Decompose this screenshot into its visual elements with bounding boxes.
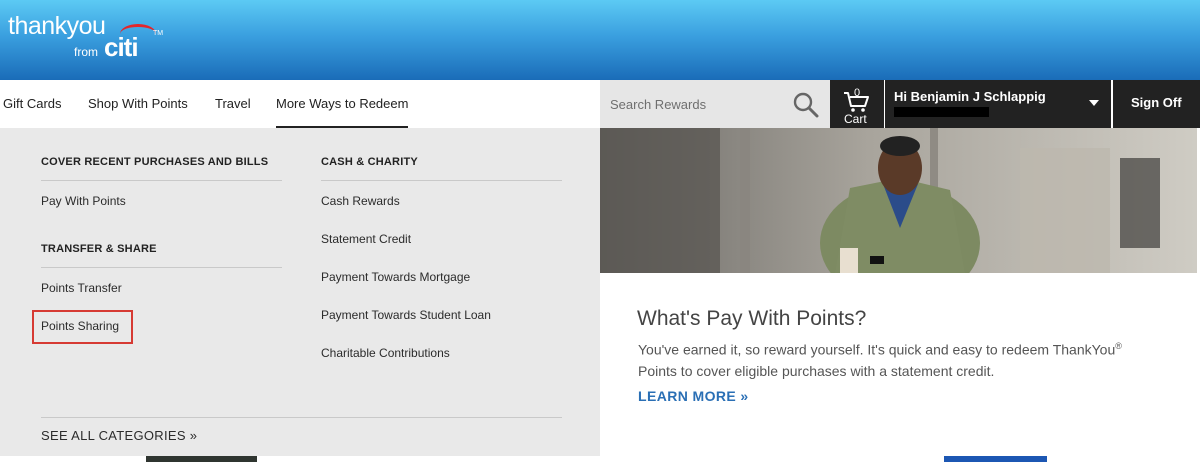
sign-off-button[interactable]: Sign Off: [1113, 80, 1200, 128]
chevron-down-icon[interactable]: [1088, 97, 1100, 109]
main-nav: Gift Cards Shop With Points Travel More …: [0, 80, 600, 128]
heading-cash-charity: CASH & CHARITY: [321, 156, 418, 168]
nav-item-shop-with-points[interactable]: Shop With Points: [88, 96, 188, 111]
more-ways-dropdown: COVER RECENT PURCHASES AND BILLS Pay Wit…: [0, 128, 600, 456]
bottom-image-strip: [944, 456, 1047, 462]
redacted-account-info: [894, 107, 989, 117]
cart-count: 0: [854, 87, 861, 99]
cart-label: Cart: [844, 112, 867, 126]
promo-text-part2: Points to cover eligible purchases with …: [638, 362, 995, 379]
divider: [321, 180, 562, 181]
menu-link-pay-with-points[interactable]: Pay With Points: [41, 194, 126, 208]
menu-link-statement-credit[interactable]: Statement Credit: [321, 232, 411, 246]
learn-more-link[interactable]: LEARN MORE »: [638, 388, 749, 404]
menu-link-charitable[interactable]: Charitable Contributions: [321, 346, 450, 360]
header-banner: thankyou from citi TM: [0, 0, 1200, 80]
hero-photo: [600, 128, 1197, 273]
user-greeting: Hi Benjamin J Schlappig: [894, 89, 1046, 104]
thankyou-citi-logo[interactable]: thankyou from citi TM: [8, 12, 163, 62]
menu-link-mortgage[interactable]: Payment Towards Mortgage: [321, 270, 470, 284]
bottom-image-strip: [146, 456, 257, 462]
menu-link-student-loan[interactable]: Payment Towards Student Loan: [321, 308, 491, 322]
citi-arc-icon: [120, 24, 156, 44]
nav-item-travel[interactable]: Travel: [215, 96, 251, 111]
menu-link-cash-rewards[interactable]: Cash Rewards: [321, 194, 400, 208]
search-bar: [600, 80, 830, 128]
divider: [41, 267, 282, 268]
heading-transfer-share: TRANSFER & SHARE: [41, 243, 157, 255]
nav-item-more-ways-to-redeem[interactable]: More Ways to Redeem: [276, 96, 409, 128]
cart-button[interactable]: 0 Cart: [830, 80, 884, 128]
search-icon[interactable]: [792, 92, 820, 118]
registered-mark: ®: [1115, 341, 1122, 351]
divider: [41, 417, 562, 418]
promo-title: What's Pay With Points?: [637, 307, 867, 330]
logo-thankyou-text: thankyou: [8, 12, 106, 40]
logo-tm-text: TM: [153, 30, 164, 37]
heading-cover-purchases: COVER RECENT PURCHASES AND BILLS: [41, 156, 269, 168]
search-input[interactable]: [600, 80, 780, 128]
promo-description: You've earned it, so reward yourself. It…: [638, 336, 1158, 382]
sign-off-label: Sign Off: [1131, 95, 1182, 110]
nav-item-gift-cards[interactable]: Gift Cards: [3, 96, 62, 111]
see-all-categories-link[interactable]: SEE ALL CATEGORIES »: [41, 428, 197, 443]
logo-from-text: from: [74, 45, 98, 59]
account-menu[interactable]: Hi Benjamin J Schlappig: [885, 80, 1111, 128]
menu-link-points-transfer[interactable]: Points Transfer: [41, 281, 122, 295]
divider: [41, 180, 282, 181]
promo-text-part1: You've earned it, so reward yourself. It…: [638, 341, 1116, 358]
highlight-box: [32, 310, 133, 344]
